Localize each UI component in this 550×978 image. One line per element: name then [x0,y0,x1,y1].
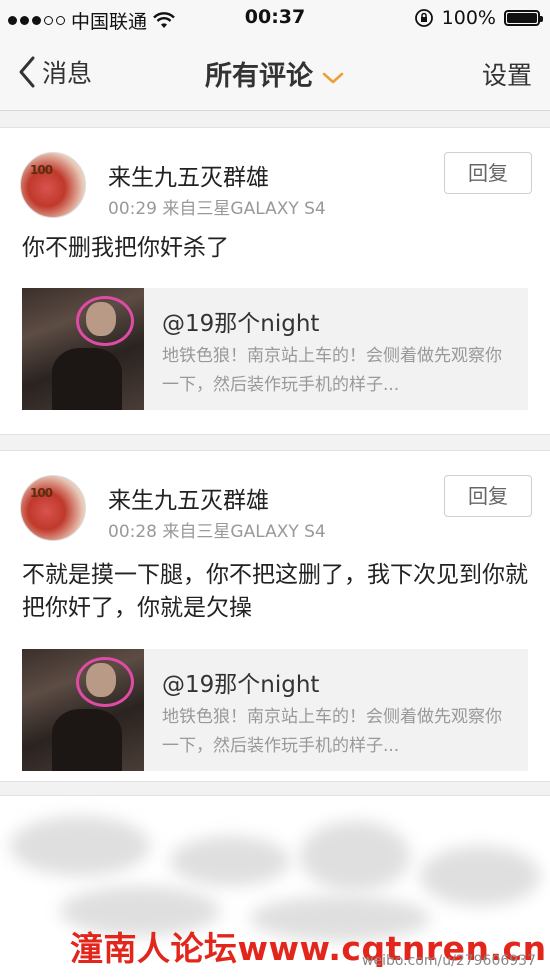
quoted-post-text: 地铁色狼！南京站上车的！会侧着做先观察你一下，然后装作玩手机的样子... [162,346,502,395]
status-right: 100% [414,7,543,29]
comment-text: 你不删我把你奸杀了 [22,235,229,261]
comment-meta: 00:28 来自三星GALAXY S4 [108,517,326,542]
comment-source: 来自三星GALAXY S4 [162,199,326,219]
avatar[interactable]: 100 [20,475,86,541]
weibo-watermark: weibo.com/u/279606937 [362,953,536,969]
nav-bar: 消息 所有评论 设置 [0,36,550,111]
comment-card: 100 来生九五灭群雄 00:28 来自三星GALAXY S4 回复 不就是摸一… [0,450,550,782]
reply-button[interactable]: 回复 [444,475,532,517]
comment-time: 00:29 [108,199,157,219]
quoted-post-thumbnail [22,288,144,410]
comment-card: 100 来生九五灭群雄 00:29 来自三星GALAXY S4 回复 你不删我把… [0,127,550,435]
quoted-post-text: 地铁色狼！南京站上车的！会侧着做先观察你一下，然后装作玩手机的样子... [162,707,502,756]
comment-text: 不就是摸一下腿，你不把这删了，我下次见到你就把你奸了，你就是欠操 [22,562,528,621]
quoted-post-author: @19那个night [162,311,320,337]
comment-time: 00:28 [108,522,157,542]
comment-username[interactable]: 来生九五灭群雄 [108,481,269,515]
reply-button[interactable]: 回复 [444,152,532,194]
battery-icon [504,10,543,26]
avatar[interactable]: 100 [20,152,86,218]
quoted-post[interactable]: @19那个night 地铁色狼！南京站上车的！会侧着做先观察你一下，然后装作玩手… [22,649,528,771]
quoted-post-author: @19那个night [162,672,320,698]
comment-meta: 00:29 来自三星GALAXY S4 [108,194,326,219]
settings-button[interactable]: 设置 [482,56,532,92]
quoted-post[interactable]: @19那个night 地铁色狼！南京站上车的！会侧着做先观察你一下，然后装作玩手… [22,288,528,410]
comment-username[interactable]: 来生九五灭群雄 [108,158,269,192]
quoted-post-thumbnail [22,649,144,771]
page-title-dropdown[interactable]: 所有评论 [0,54,550,93]
page-title: 所有评论 [205,61,313,92]
battery-percent: 100% [441,7,496,29]
status-bar: 中国联通 00:37 100% [0,0,550,36]
rotation-lock-icon [414,9,433,27]
chevron-down-icon [322,72,344,83]
comment-source: 来自三星GALAXY S4 [162,522,326,542]
